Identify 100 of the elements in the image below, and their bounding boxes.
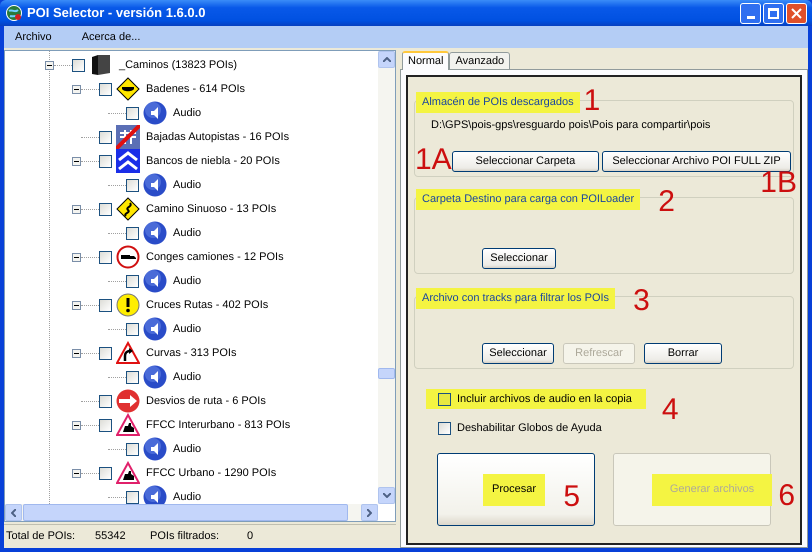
- button[interactable]: Seleccionar Archivo POI FULL ZIP: [602, 151, 791, 172]
- button[interactable]: Borrar: [644, 343, 722, 364]
- scroll-right-button[interactable]: [361, 504, 378, 521]
- option-label: Deshabilitar Globos de Ayuda: [457, 420, 602, 436]
- status-value: 55342: [95, 529, 127, 544]
- checkbox[interactable]: [99, 466, 112, 480]
- collapse-icon[interactable]: [72, 252, 81, 262]
- collapse-icon[interactable]: [72, 420, 81, 430]
- checkbox[interactable]: [99, 82, 112, 96]
- button[interactable]: Seleccionar Carpeta: [452, 151, 599, 172]
- button-label: Generar archivos: [652, 474, 772, 506]
- checkbox[interactable]: [126, 226, 139, 240]
- checkbox[interactable]: [438, 422, 451, 434]
- tree-item[interactable]: Audio: [173, 488, 202, 504]
- annotation-number: 1: [584, 86, 600, 116]
- tree-item[interactable]: Bancos de niebla - 20 POIs: [146, 152, 280, 170]
- collapse-icon[interactable]: [72, 156, 81, 166]
- folder-path: D:\GPS\pois-gps\resguardo pois\Pois para compartir\pois: [431, 118, 710, 133]
- scroll-down-button[interactable]: [378, 487, 395, 504]
- checkbox[interactable]: [72, 58, 85, 72]
- maximize-button[interactable]: [763, 2, 784, 24]
- checkbox[interactable]: [99, 130, 112, 144]
- checkbox[interactable]: [99, 250, 112, 264]
- option-label: Incluir archivos de audio en la copia: [457, 392, 632, 407]
- scroll-left-button[interactable]: [5, 504, 22, 521]
- tree-item[interactable]: Badenes - 614 POIs: [146, 80, 246, 98]
- tree-item[interactable]: Audio: [173, 176, 202, 194]
- checkbox[interactable]: [126, 442, 139, 456]
- scroll-thumb[interactable]: [378, 368, 395, 379]
- speaker-icon: [143, 317, 167, 341]
- tree-item[interactable]: Camino Sinuoso - 13 POIs: [146, 200, 276, 218]
- detour-sign-icon: [116, 389, 140, 413]
- close-icon: [791, 8, 802, 18]
- tree-item[interactable]: Bajadas Autopistas - 16 POIs: [146, 128, 290, 146]
- tree-item[interactable]: Cruces Rutas - 402 POIs: [146, 296, 268, 314]
- tree-item[interactable]: _Caminos (13823 POIs): [119, 56, 237, 74]
- group-legend: Archivo con tracks para filtrar los POIs: [416, 288, 616, 308]
- tree-item[interactable]: Audio: [173, 224, 202, 242]
- maximize-icon: [768, 8, 779, 18]
- tab[interactable]: Normal: [402, 51, 450, 70]
- collapse-icon[interactable]: [72, 300, 81, 310]
- speaker-icon: [143, 485, 167, 504]
- checkbox[interactable]: [99, 154, 112, 168]
- speaker-icon: [143, 269, 167, 293]
- checkbox[interactable]: [126, 106, 139, 120]
- checkbox[interactable]: [99, 418, 112, 432]
- collapse-icon[interactable]: [45, 60, 54, 70]
- globe-icon: [5, 4, 23, 22]
- group-legend: Almacén de POIs descargados: [416, 92, 580, 112]
- curve-sign-icon: [116, 341, 140, 365]
- tree-item[interactable]: Audio: [173, 272, 202, 290]
- annotation-number: 3: [633, 286, 650, 316]
- speaker-icon: [143, 101, 167, 125]
- button[interactable]: Seleccionar: [482, 343, 554, 364]
- tree-item[interactable]: Audio: [173, 320, 202, 338]
- checkbox-option[interactable]: Deshabilitar Globos de Ayuda: [426, 418, 616, 438]
- chevron-sign-icon: [116, 149, 140, 173]
- collapse-icon[interactable]: [72, 204, 81, 214]
- tree-item[interactable]: FFCC Interurbano - 813 POIs: [146, 416, 290, 434]
- tree-item[interactable]: Audio: [173, 440, 202, 458]
- status-value: 0: [247, 529, 254, 544]
- checkbox[interactable]: [99, 298, 112, 312]
- vertical-scrollbar[interactable]: [378, 51, 395, 504]
- tree-item[interactable]: Conges camiones - 12 POIs: [146, 248, 284, 266]
- speaker-icon: [143, 221, 167, 245]
- menu-item[interactable]: Archivo: [9, 28, 58, 46]
- checkbox[interactable]: [126, 274, 139, 288]
- checkbox[interactable]: [126, 322, 139, 336]
- train-sign-icon: [116, 461, 140, 485]
- tree-item[interactable]: Audio: [173, 104, 202, 122]
- tree-item[interactable]: FFCC Urbano - 1290 POIs: [146, 464, 276, 482]
- collapse-icon[interactable]: [72, 348, 81, 358]
- collapse-icon[interactable]: [72, 468, 81, 478]
- action-button[interactable]: Procesar 5: [437, 453, 595, 526]
- window-title: POI Selector - versión 1.6.0.0: [27, 4, 206, 22]
- speaker-icon: [143, 365, 167, 389]
- tree-item[interactable]: Curvas - 313 POIs: [146, 344, 236, 362]
- tab[interactable]: Avanzado: [449, 52, 510, 69]
- folder-icon: [89, 53, 113, 77]
- bump-sign-icon: [116, 77, 140, 101]
- tree-item[interactable]: Audio: [173, 368, 202, 386]
- checkbox[interactable]: [99, 346, 112, 360]
- checkbox[interactable]: [438, 392, 451, 406]
- annotation-number: 2: [658, 187, 675, 217]
- collapse-icon[interactable]: [72, 84, 81, 94]
- checkbox[interactable]: [126, 370, 139, 384]
- button[interactable]: Seleccionar: [482, 248, 556, 269]
- train-sign-icon: [116, 413, 140, 437]
- annotation-number: 4: [662, 395, 679, 425]
- checkbox[interactable]: [99, 202, 112, 216]
- close-button[interactable]: [786, 2, 807, 24]
- minimize-button[interactable]: [740, 2, 761, 24]
- speaker-icon: [143, 437, 167, 461]
- scroll-up-button[interactable]: [378, 51, 395, 68]
- tree-item[interactable]: Desvios de ruta - 6 POIs: [146, 392, 266, 410]
- checkbox[interactable]: [126, 490, 139, 504]
- checkbox[interactable]: [99, 394, 112, 408]
- checkbox[interactable]: [126, 178, 139, 192]
- checkbox-option[interactable]: Incluir archivos de audio en la copia: [426, 389, 646, 409]
- menu-item[interactable]: Acerca de...: [76, 28, 146, 46]
